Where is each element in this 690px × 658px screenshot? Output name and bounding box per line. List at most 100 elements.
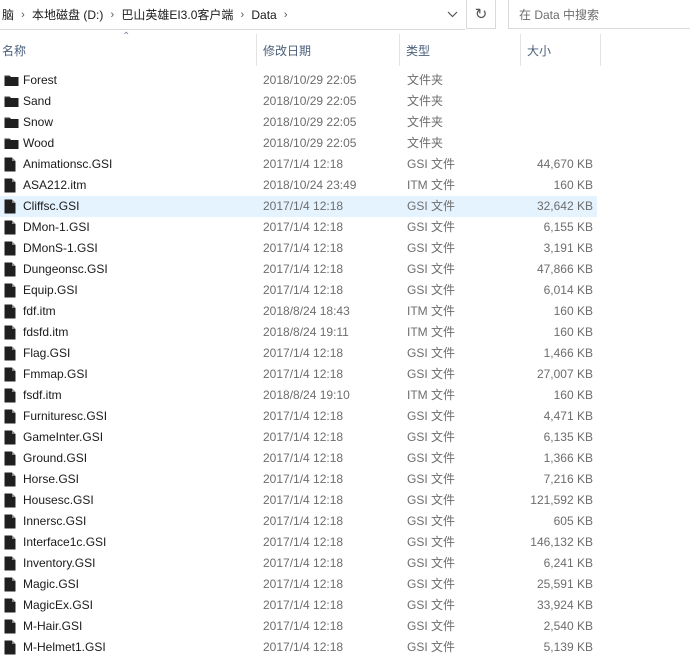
file-row[interactable]: Flag.GSI 2017/1/4 12:18 GSI 文件 1,466 KB — [0, 343, 690, 364]
file-list: Forest 2018/10/29 22:05 文件夹 Sand 2018/10/29 … — [0, 70, 690, 658]
file-row[interactable]: Animationsc.GSI 2017/1/4 12:18 GSI 文件 44,67… — [0, 154, 690, 175]
file-row[interactable]: DMonS-1.GSI 2017/1/4 12:18 GSI 文件 3,191 KB — [0, 238, 690, 259]
file-row[interactable]: fsdf.itm 2018/8/24 19:10 ITM 文件 160 KB — [0, 385, 690, 406]
chevron-right-icon[interactable]: › — [105, 9, 119, 21]
column-header-type[interactable]: 类型 — [400, 34, 521, 66]
sort-ascending-icon: ⌃ — [122, 31, 131, 42]
file-row[interactable]: Sand 2018/10/29 22:05 文件夹 — [0, 91, 690, 112]
file-row[interactable]: Dungeonsc.GSI 2017/1/4 12:18 GSI 文件 47,866 … — [0, 259, 690, 280]
column-header-type-label: 类型 — [406, 43, 431, 58]
file-name: Flag.GSI — [23, 346, 71, 360]
breadcrumb: 脑 › 本地磁盘 (D:) › 巴山英雄EI3.0客户端 › Data › — [0, 0, 293, 29]
file-type: 文件夹 — [407, 136, 444, 150]
column-header-size-label: 大小 — [527, 43, 552, 58]
file-size: 44,670 KB — [536, 157, 593, 171]
file-size — [521, 91, 593, 112]
file-size: 3,191 KB — [543, 241, 593, 255]
file-row[interactable]: fdf.itm 2018/8/24 18:43 ITM 文件 160 KB — [0, 301, 690, 322]
folder-icon — [4, 73, 19, 88]
search-box[interactable] — [508, 0, 690, 29]
file-modified-date: 2017/1/4 12:18 — [263, 577, 344, 591]
chevron-right-icon[interactable]: › — [16, 9, 30, 21]
file-icon — [4, 304, 18, 319]
file-row[interactable]: fdsfd.itm 2018/8/24 19:11 ITM 文件 160 KB — [0, 322, 690, 343]
file-type: 文件夹 — [407, 94, 444, 108]
file-name: Cliffsc.GSI — [23, 199, 80, 213]
file-row[interactable]: DMon-1.GSI 2017/1/4 12:18 GSI 文件 6,155 KB — [0, 217, 690, 238]
file-name: Innersc.GSI — [23, 514, 87, 528]
file-icon — [4, 346, 18, 361]
file-size — [521, 133, 593, 154]
file-icon — [4, 451, 18, 466]
file-icon — [4, 409, 18, 424]
file-row[interactable]: Innersc.GSI 2017/1/4 12:18 GSI 文件 605 KB — [0, 511, 690, 532]
file-row[interactable]: ASA212.itm 2018/10/24 23:49 ITM 文件 160 KB — [0, 175, 690, 196]
file-icon — [4, 325, 18, 340]
file-modified-date: 2017/1/4 12:18 — [263, 262, 344, 276]
search-input[interactable] — [509, 0, 690, 29]
file-type: 文件夹 — [407, 115, 444, 129]
file-name: Horse.GSI — [23, 472, 80, 486]
chevron-right-icon[interactable]: › — [279, 9, 293, 21]
file-size: 160 KB — [553, 388, 593, 402]
file-size: 1,466 KB — [543, 346, 593, 360]
file-modified-date: 2017/1/4 12:18 — [263, 199, 344, 213]
file-row[interactable]: Wood 2018/10/29 22:05 文件夹 — [0, 133, 690, 154]
file-size: 605 KB — [553, 514, 593, 528]
chevron-right-icon[interactable]: › — [235, 9, 249, 21]
file-modified-date: 2017/1/4 12:18 — [263, 451, 344, 465]
file-modified-date: 2018/10/29 22:05 — [263, 73, 357, 87]
file-row[interactable]: Horse.GSI 2017/1/4 12:18 GSI 文件 7,216 KB — [0, 469, 690, 490]
column-header-date[interactable]: 修改日期 — [257, 34, 400, 66]
column-header-name[interactable]: ⌃ 名称 — [0, 31, 257, 66]
breadcrumb-item-client-folder[interactable]: 巴山英雄EI3.0客户端 — [119, 6, 235, 23]
file-type: GSI 文件 — [407, 430, 456, 444]
breadcrumb-item-computer[interactable]: 脑 — [0, 6, 16, 23]
address-history-dropdown-button[interactable] — [440, 0, 464, 29]
file-size: 160 KB — [553, 178, 593, 192]
file-modified-date: 2017/1/4 12:18 — [263, 514, 344, 528]
file-icon — [4, 535, 18, 550]
file-row[interactable]: Equip.GSI 2017/1/4 12:18 GSI 文件 6,014 KB — [0, 280, 690, 301]
chevron-down-icon — [447, 11, 457, 18]
file-name: Animationsc.GSI — [23, 157, 113, 171]
file-row[interactable]: GameInter.GSI 2017/1/4 12:18 GSI 文件 6,135 K… — [0, 427, 690, 448]
file-row[interactable]: Inventory.GSI 2017/1/4 12:18 GSI 文件 6,241 K… — [0, 553, 690, 574]
file-type: GSI 文件 — [407, 241, 456, 255]
file-icon — [4, 493, 18, 508]
file-row[interactable]: Snow 2018/10/29 22:05 文件夹 — [0, 112, 690, 133]
file-type: GSI 文件 — [407, 346, 456, 360]
column-header-size[interactable]: 大小 — [521, 34, 601, 66]
file-size: 1,366 KB — [543, 451, 593, 465]
file-row[interactable]: Furnituresc.GSI 2017/1/4 12:18 GSI 文件 4,471… — [0, 406, 690, 427]
file-name: fdsfd.itm — [23, 325, 69, 339]
file-name: Magic.GSI — [23, 577, 80, 591]
file-icon — [4, 472, 18, 487]
file-modified-date: 2017/1/4 12:18 — [263, 346, 344, 360]
file-type: 文件夹 — [407, 73, 444, 87]
file-type: GSI 文件 — [407, 283, 456, 297]
file-row[interactable]: Housesc.GSI 2017/1/4 12:18 GSI 文件 121,592 K… — [0, 490, 690, 511]
breadcrumb-item-data[interactable]: Data — [249, 8, 278, 22]
file-modified-date: 2017/1/4 12:18 — [263, 157, 344, 171]
file-type: GSI 文件 — [407, 493, 456, 507]
file-name: GameInter.GSI — [23, 430, 104, 444]
column-header-date-label: 修改日期 — [263, 43, 312, 58]
file-row[interactable]: Interface1c.GSI 2017/1/4 12:18 GSI 文件 146,1… — [0, 532, 690, 553]
file-row[interactable]: M-Hair.GSI 2017/1/4 12:18 GSI 文件 2,540 KB — [0, 616, 690, 637]
file-row[interactable]: Forest 2018/10/29 22:05 文件夹 — [0, 70, 690, 91]
file-size: 6,155 KB — [543, 220, 593, 234]
file-name: Fmmap.GSI — [23, 367, 88, 381]
file-row[interactable]: Fmmap.GSI 2017/1/4 12:18 GSI 文件 27,007 KB — [0, 364, 690, 385]
file-row[interactable]: Ground.GSI 2017/1/4 12:18 GSI 文件 1,366 KB — [0, 448, 690, 469]
refresh-button[interactable]: ↻ — [466, 0, 496, 29]
breadcrumb-item-drive-d[interactable]: 本地磁盘 (D:) — [30, 6, 105, 23]
file-type: ITM 文件 — [407, 325, 455, 339]
file-icon — [4, 388, 18, 403]
file-row[interactable]: MagicEx.GSI 2017/1/4 12:18 GSI 文件 33,924 KB — [0, 595, 690, 616]
file-icon — [4, 241, 18, 256]
file-type: ITM 文件 — [407, 178, 455, 192]
file-row[interactable]: Magic.GSI 2017/1/4 12:18 GSI 文件 25,591 KB — [0, 574, 690, 595]
address-bar[interactable]: 脑 › 本地磁盘 (D:) › 巴山英雄EI3.0客户端 › Data › — [0, 0, 465, 30]
file-row[interactable]: Cliffsc.GSI 2017/1/4 12:18 GSI 文件 32,642 KB — [0, 196, 690, 217]
